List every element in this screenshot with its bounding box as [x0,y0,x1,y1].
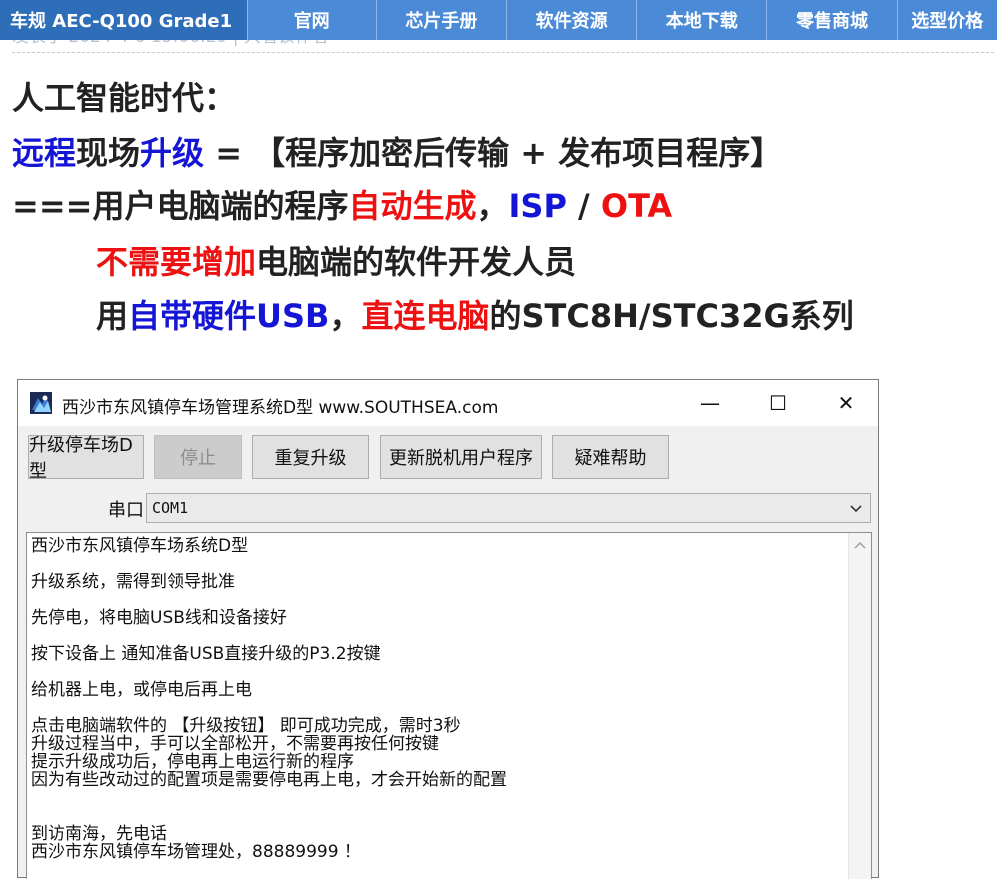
nav-brand[interactable]: 车规 AEC-Q100 Grade1 [0,0,247,40]
log-line: 升级系统，需得到领导批准 [31,572,235,592]
app-window: 西沙市东风镇停车场管理系统D型 www.SOUTHSEA.com — ☐ ✕ 升… [17,379,879,879]
divider [12,52,994,53]
headline-line-2: 远程现场升级 = 【程序加密后传输 + 发布项目程序】 [12,133,782,173]
log-blank-line [31,699,841,717]
top-navigation: 车规 AEC-Q100 Grade1 官网 芯片手册 软件资源 本地下载 零售商… [0,0,997,40]
log-blank-line [31,627,841,645]
log-line: 因为有些改动过的配置项是需要停电再上电，才会开始新的配置 [31,770,507,790]
log-scrollbar[interactable] [848,533,871,879]
text-ota: OTA [600,187,673,225]
close-button[interactable]: ✕ [812,380,880,426]
log-blank-line [31,591,841,609]
text-upgrade: 升级 [140,134,205,172]
text-isp: ISP [508,187,567,225]
log-blank-line [31,663,841,681]
headline-line-5: 用自带硬件USB，直连电脑的STC8H/STC32G系列 [96,296,854,336]
log-blank-line [31,807,841,825]
headline-line-1: 人工智能时代： [12,79,237,117]
text-pc-developers: 电脑端的软件开发人员 [256,243,577,281]
headline-line-4: 不需要增加电脑端的软件开发人员 [96,242,576,282]
log-text: 西沙市东风镇停车场系统D型 升级系统，需得到领导批准先停电，将电脑USB线和设备接… [31,537,841,861]
text-use: 用 [96,297,129,335]
log-line: 到访南海，先电话 [31,824,167,844]
log-blank-line [31,555,841,573]
window-title: 西沙市东风镇停车场管理系统D型 www.SOUTHSEA.com [62,398,499,418]
upgrade-button[interactable]: 升级停车场D型 [28,435,144,482]
log-line: 提示升级成功后，停电再上电运行新的程序 [31,752,354,772]
nav-item-official-site[interactable]: 官网 [246,0,376,40]
window-titlebar[interactable]: 西沙市东风镇停车场管理系统D型 www.SOUTHSEA.com — ☐ ✕ [18,380,878,426]
log-line: 西沙市东风镇停车场系统D型 [31,536,249,556]
serial-port-value: COM1 [152,499,189,517]
close-icon: ✕ [837,391,855,415]
help-button[interactable]: 疑难帮助 [552,435,669,479]
log-line: 西沙市东风镇停车场管理处，88889999 ！ [31,842,361,862]
update-offline-program-button[interactable]: 更新脱机用户程序 [380,435,542,479]
text-slash: / [566,187,601,225]
log-line: 先停电，将电脑USB线和设备接好 [31,608,287,628]
serial-port-select[interactable]: COM1 [146,493,871,523]
nav-item-software[interactable]: 软件资源 [506,0,636,40]
text-direct-pc: 直连电脑 [361,297,490,335]
repeat-upgrade-button[interactable]: 重复升级 [252,435,369,479]
text-auto-generate: 自动生成 [348,187,477,225]
log-blank-line [31,789,841,807]
text-comma: ， [476,187,509,225]
serial-port-label: 串口 [108,500,144,521]
nav-item-store[interactable]: 零售商城 [766,0,896,40]
text-remote: 远程 [12,134,77,172]
headline-line-3: ===用户电脑端的程序自动生成，ISP / OTA [12,186,672,226]
text-comma-2: ， [329,297,362,335]
log-line: 给机器上电，或停电后再上电 [31,680,252,700]
log-line: 升级过程当中，手可以全部松开，不需要再按任何按键 [31,734,439,754]
text-stc-series: 的STC8H/STC32G系列 [489,297,854,335]
maximize-button[interactable]: ☐ [744,380,812,426]
scroll-up-icon[interactable] [853,539,867,551]
text-user-program: ===用户电脑端的程序 [12,187,349,225]
nav-item-pricing[interactable]: 选型价格 [896,0,997,40]
text-onsite: 现场 [76,134,141,172]
log-line: 按下设备上 通知准备USB直接升级的P3.2按键 [31,644,381,664]
maximize-icon: ☐ [769,391,787,415]
log-output[interactable]: 西沙市东风镇停车场系统D型 升级系统，需得到领导批准先停电，将电脑USB线和设备接… [26,532,872,879]
chevron-down-icon [850,505,862,513]
nav-item-datasheets[interactable]: 芯片手册 [375,0,506,40]
log-line: 点击电脑端软件的 【升级按钮】 即可成功完成，需时3秒 [31,716,461,736]
text-builtin-usb: 自带硬件USB [128,297,330,335]
nav-item-downloads[interactable]: 本地下载 [636,0,766,40]
app-logo-icon [30,392,52,414]
text-no-need-add: 不需要增加 [96,243,257,281]
text-formula: = 【程序加密后传输 + 发布项目程序】 [204,134,783,172]
stop-button[interactable]: 停止 [154,435,242,479]
minimize-icon: — [700,391,720,415]
minimize-button[interactable]: — [676,380,744,426]
